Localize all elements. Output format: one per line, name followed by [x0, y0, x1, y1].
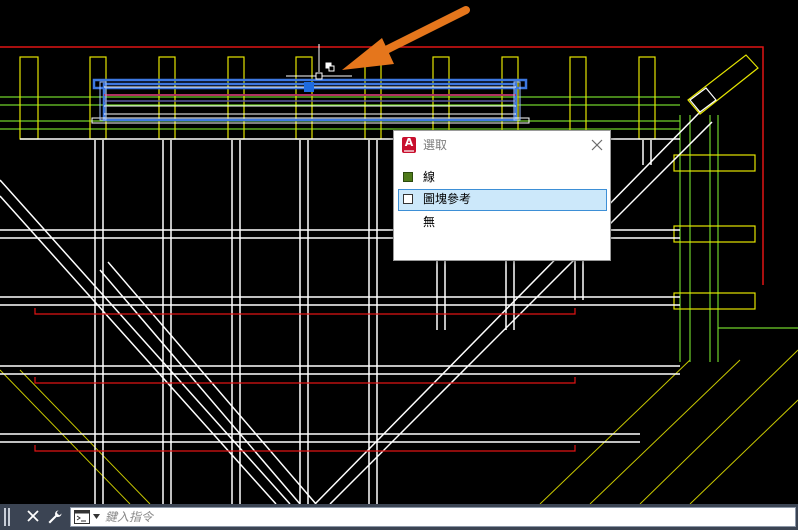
grip-handle[interactable] [304, 82, 314, 92]
option-label: 線 [423, 170, 436, 184]
close-icon[interactable] [27, 510, 39, 522]
command-input-box[interactable] [70, 507, 796, 527]
drag-handle-icon[interactable] [4, 508, 12, 526]
option-none[interactable]: 無 [398, 212, 607, 234]
command-prompt-icon[interactable] [74, 510, 90, 524]
popup-title: 選取 [423, 138, 448, 152]
popup-header: A 選取 [394, 131, 610, 159]
line-color-swatch [403, 172, 413, 182]
option-line[interactable]: 線 [398, 167, 607, 189]
option-block-reference[interactable]: 圖塊參考 [398, 189, 607, 211]
block-color-swatch [403, 194, 413, 204]
close-icon [591, 139, 603, 151]
close-button[interactable] [590, 138, 604, 152]
wrench-icon[interactable] [47, 509, 63, 525]
option-label: 無 [423, 215, 436, 229]
chevron-down-icon[interactable] [93, 514, 100, 519]
command-line-bar [0, 504, 798, 530]
autocad-logo-icon: A [402, 137, 416, 153]
command-input[interactable] [105, 508, 791, 526]
option-label: 圖塊參考 [423, 192, 472, 206]
selection-popup: A 選取 線 圖塊參考 無 [393, 130, 611, 261]
